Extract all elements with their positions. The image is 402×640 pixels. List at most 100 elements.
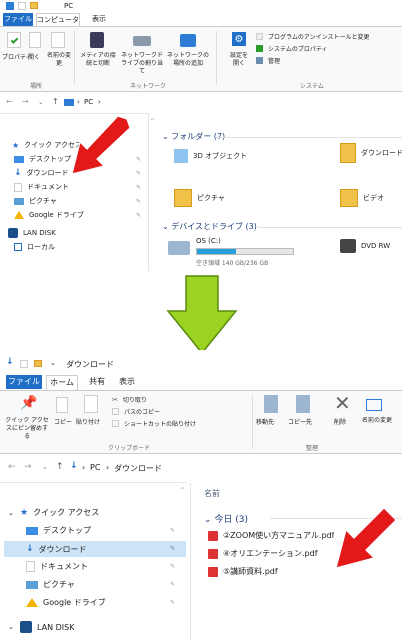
file-row[interactable]: ④オリエンテーション.pdf	[208, 548, 318, 559]
tab-view[interactable]: 表示	[86, 13, 112, 26]
expand-chevron-icon[interactable]: ⌄	[8, 509, 14, 517]
back-icon[interactable]: ←	[8, 462, 16, 472]
sidebar-item-lan-disk[interactable]: LAN DISK	[8, 228, 56, 238]
red-arrow-annotation	[336, 507, 397, 568]
file-row[interactable]: ②ZOOM使い方マニュアル.pdf	[208, 530, 334, 541]
address-row: ← → ⌄ ↑ › PC ›	[0, 93, 402, 113]
sidebar-item-google-drive[interactable]: Google ドライブ	[26, 597, 106, 608]
scroll-up-icon[interactable]: ^	[180, 487, 185, 494]
drive-c[interactable]: OS (C:) 空き領域 140 GB/236 GB	[168, 237, 338, 270]
file-row[interactable]: ⑤講師資料.pdf	[208, 566, 278, 577]
forward-icon[interactable]: →	[24, 462, 32, 472]
dvd-drive[interactable]: DVD RW	[340, 239, 390, 253]
sidebar-item-desktop[interactable]: デスクトップ	[14, 154, 71, 164]
rename-label: 名前の変更	[46, 52, 71, 67]
ribbon-divider	[252, 395, 253, 449]
sidebar-item-pictures[interactable]: ピクチャ	[14, 196, 57, 206]
paste-shortcut-button[interactable]: ショートカットの貼り付け	[112, 419, 196, 428]
column-header-name[interactable]: 名前	[204, 488, 220, 499]
title-bar: PC	[0, 0, 402, 12]
move-to-icon	[264, 395, 278, 413]
gear-icon: ⚙	[232, 32, 246, 46]
tab-home[interactable]: ホーム	[46, 375, 78, 390]
devices-section-header[interactable]: ⌄ デバイスとドライブ (3)	[162, 221, 257, 232]
local-drive-icon	[14, 243, 22, 251]
sidebar-item-downloads[interactable]: ↓ ダウンロード	[4, 541, 186, 557]
sidebar-item-lan-disk[interactable]: LAN DISK	[20, 621, 74, 633]
desktop-icon	[26, 526, 38, 535]
sidebar-item-documents[interactable]: ドキュメント	[14, 182, 69, 192]
properties-icon[interactable]	[18, 2, 26, 10]
scissors-icon: ✂	[112, 395, 118, 404]
copy-path-button[interactable]: パスのコピー	[112, 407, 160, 416]
scrollbar[interactable]	[148, 114, 149, 271]
sidebar-item-documents[interactable]: ドキュメント	[26, 561, 88, 572]
tab-file[interactable]: ファイル	[3, 13, 33, 26]
sidebar-item-desktop[interactable]: デスクトップ	[26, 525, 91, 536]
uninstall-button[interactable]: プログラムのアンインストールと変更	[256, 31, 402, 41]
cut-button[interactable]: ✂ 切り取り	[112, 395, 147, 405]
tab-share[interactable]: 共有	[84, 375, 110, 389]
sidebar-item-quick-access[interactable]: ★ クイック アクセス	[20, 507, 99, 518]
download-arrow-icon: ↓	[14, 168, 22, 178]
scrollbar[interactable]	[190, 483, 191, 640]
group-label-organize: 整理	[306, 445, 319, 452]
sidebar-label: デスクトップ	[43, 526, 91, 535]
red-arrow-annotation	[72, 116, 130, 174]
expand-chevron-icon[interactable]: ⌄	[8, 623, 14, 631]
forward-icon[interactable]: →	[22, 97, 29, 106]
breadcrumb-separator: ›	[106, 463, 110, 472]
sidebar-item-google-drive[interactable]: Google ドライブ	[14, 210, 84, 220]
ribbon-divider	[216, 31, 217, 85]
tab-computer[interactable]: コンピューター	[36, 13, 80, 26]
download-arrow-icon: ↓	[26, 544, 34, 554]
cut-label: 切り取り	[122, 397, 147, 404]
window-title: ダウンロード	[66, 360, 114, 369]
folder-videos[interactable]: ビデオ	[340, 189, 384, 207]
address-bar[interactable]: › PC ›	[62, 96, 402, 110]
up-icon[interactable]: ↑	[56, 462, 64, 472]
sidebar-item-local[interactable]: ローカル	[14, 242, 55, 252]
clipboard-icon	[84, 395, 98, 413]
section-divider	[216, 137, 402, 138]
back-icon[interactable]: ←	[6, 97, 13, 106]
folder-3d-objects[interactable]: 3D オブジェクト	[174, 149, 247, 163]
properties-icon[interactable]	[20, 360, 28, 368]
recent-dropdown-icon[interactable]: ⌄	[42, 463, 48, 471]
breadcrumb-pc[interactable]: PC	[90, 463, 100, 472]
recent-dropdown-icon[interactable]: ⌄	[38, 98, 44, 106]
scroll-up-icon[interactable]: ^	[150, 118, 155, 125]
green-down-arrow	[166, 275, 238, 355]
copy-path-icon	[112, 408, 119, 415]
breadcrumb-pc[interactable]: PC	[84, 98, 93, 106]
dvd-icon	[340, 239, 356, 253]
pdf-icon	[208, 548, 218, 559]
folder-pictures[interactable]: ピクチャ	[174, 189, 225, 207]
folder-downloads[interactable]: ダウンロード	[340, 143, 402, 163]
qat-dropdown-icon[interactable]: ⌄	[50, 359, 56, 367]
manage-button[interactable]: 管理	[256, 55, 316, 65]
tab-file[interactable]: ファイル	[6, 375, 42, 389]
window-title: PC	[64, 2, 74, 10]
sidebar-item-pictures[interactable]: ピクチャ	[26, 579, 75, 590]
system-properties-button[interactable]: システムのプロパティ	[256, 43, 396, 53]
group-header-today[interactable]: ⌄ 今日 (3)	[204, 512, 248, 525]
pin-icon: 📌	[20, 395, 38, 411]
pin-icon: ✎	[170, 581, 176, 588]
sidebar-label: クイック アクセス	[33, 508, 100, 517]
drive-name: OS (C:)	[196, 237, 221, 245]
pin-icon: ✎	[136, 170, 142, 177]
tab-view[interactable]: 表示	[114, 375, 140, 389]
up-icon[interactable]: ↑	[52, 97, 59, 106]
folder-label: 3D オブジェクト	[193, 152, 248, 160]
breadcrumb-downloads[interactable]: ダウンロード	[114, 463, 162, 474]
sidebar-item-downloads[interactable]: ↓ ダウンロード	[14, 168, 69, 178]
lan-disk-icon	[20, 621, 32, 633]
shortcut-icon	[112, 420, 119, 427]
folder-label: ピクチャ	[197, 194, 225, 202]
pin-icon: ✎	[136, 156, 142, 163]
open-label: 開く	[28, 54, 41, 61]
quick-access-toolbar-icon[interactable]	[6, 2, 14, 10]
pin-icon: ✎	[170, 527, 176, 534]
address-bar[interactable]: ↓ › PC › ダウンロード	[68, 461, 402, 477]
